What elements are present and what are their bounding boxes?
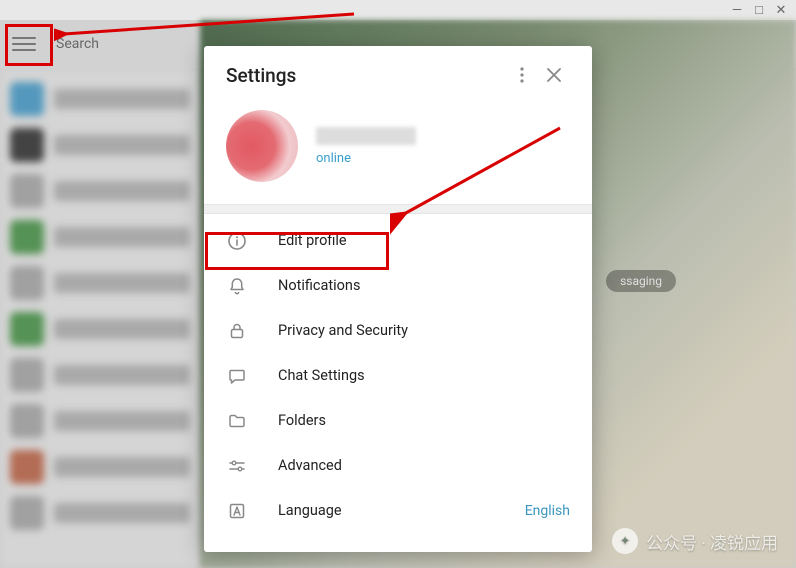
settings-item-advanced[interactable]: Advanced — [204, 443, 592, 488]
settings-item-label: Advanced — [278, 457, 570, 474]
profile-status: online — [316, 151, 416, 166]
settings-item-label: Chat Settings — [278, 367, 570, 384]
settings-panel: Settings online Edit profile Notification… — [204, 46, 592, 552]
maximize-button[interactable]: □ — [752, 3, 766, 17]
settings-item-language[interactable]: Language English — [204, 488, 592, 533]
settings-item-value: English — [525, 503, 570, 519]
settings-item-folders[interactable]: Folders — [204, 398, 592, 443]
bell-icon — [226, 276, 248, 296]
minimize-button[interactable]: — — [730, 3, 744, 17]
settings-menu-list: Edit profile Notifications Privacy and Sec… — [204, 214, 592, 533]
settings-item-privacy-and-security[interactable]: Privacy and Security — [204, 308, 592, 353]
lock-icon — [226, 321, 248, 341]
settings-item-label: Privacy and Security — [278, 322, 570, 339]
settings-item-label: Edit profile — [278, 232, 570, 249]
settings-header: Settings — [204, 46, 592, 104]
folder-icon — [226, 411, 248, 431]
watermark-icon: ✦ — [612, 528, 638, 554]
settings-item-label: Language — [278, 502, 495, 519]
tutorial-highlight-menu — [5, 24, 53, 66]
settings-item-chat-settings[interactable]: Chat Settings — [204, 353, 592, 398]
settings-item-edit-profile[interactable]: Edit profile — [204, 218, 592, 263]
section-divider — [204, 204, 592, 214]
sliders-icon — [226, 456, 248, 476]
watermark-text: 公众号 · 凌锐应用 — [646, 529, 778, 554]
close-panel-button[interactable] — [538, 59, 570, 91]
settings-item-label: Folders — [278, 412, 570, 429]
language-icon — [226, 501, 248, 521]
settings-item-notifications[interactable]: Notifications — [204, 263, 592, 308]
settings-title: Settings — [226, 64, 506, 87]
more-menu-button[interactable] — [506, 59, 538, 91]
window-controls: — □ ✕ — [722, 0, 796, 20]
profile-name-blurred — [316, 127, 416, 145]
profile-section[interactable]: online — [204, 104, 592, 204]
info-icon — [226, 231, 248, 251]
watermark: ✦ 公众号 · 凌锐应用 — [612, 528, 778, 554]
profile-avatar[interactable] — [226, 110, 298, 182]
chat-icon — [226, 366, 248, 386]
close-window-button[interactable]: ✕ — [774, 3, 788, 17]
settings-item-label: Notifications — [278, 277, 570, 294]
